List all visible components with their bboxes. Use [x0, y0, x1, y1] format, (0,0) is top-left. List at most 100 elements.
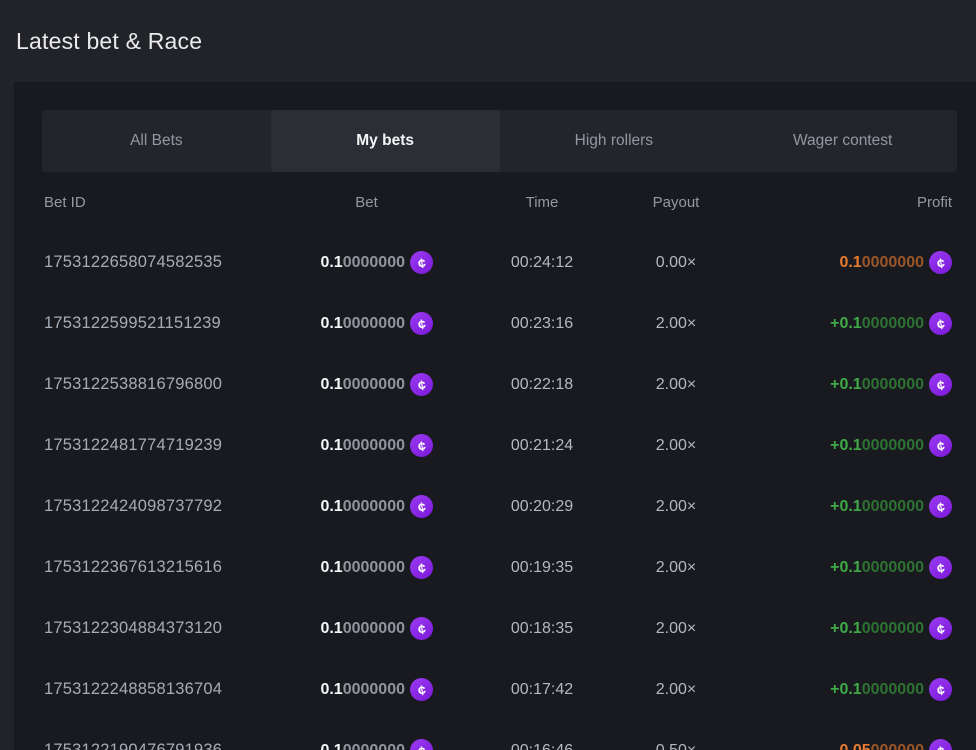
bet-amount-zeros: 0000000	[343, 254, 405, 272]
tab-my-bets[interactable]: My bets	[271, 110, 500, 172]
bet-time: 00:24:12	[433, 254, 651, 272]
bet-payout: 2.00×	[651, 437, 701, 455]
bet-profit: +0.10000000 ¢	[701, 434, 952, 457]
bet-id: 1753122304884373120	[44, 619, 300, 638]
bet-profit: 0.10000000 ¢	[701, 251, 952, 274]
bet-time: 00:16:46	[433, 742, 651, 750]
cent-coin-icon: ¢	[410, 739, 433, 750]
table-row[interactable]: 1753122599521151239 0.10000000 ¢ 00:23:1…	[14, 293, 976, 354]
bet-profit: +0.10000000 ¢	[701, 373, 952, 396]
column-header-time: Time	[433, 194, 651, 211]
bet-amount: 0.10000000 ¢	[300, 251, 433, 274]
cent-coin-icon: ¢	[929, 556, 952, 579]
bet-amount-main: 0.1	[320, 559, 342, 577]
tab-high-rollers[interactable]: High rollers	[500, 110, 729, 172]
bet-payout: 0.00×	[651, 254, 701, 272]
bet-time: 00:22:18	[433, 376, 651, 394]
profit-zeros: 0000000	[862, 620, 924, 638]
bet-amount: 0.10000000 ¢	[300, 739, 433, 750]
profit-main: 0.1	[839, 254, 861, 272]
bet-amount-zeros: 0000000	[343, 376, 405, 394]
profit-zeros: 0000000	[862, 681, 924, 699]
table-row[interactable]: 1753122190476791936 0.10000000 ¢ 00:16:4…	[14, 720, 976, 750]
bet-id: 1753122658074582535	[44, 253, 300, 272]
bet-amount-main: 0.1	[320, 681, 342, 699]
cent-coin-icon: ¢	[410, 251, 433, 274]
bet-payout: 2.00×	[651, 620, 701, 638]
table-row[interactable]: 1753122538816796800 0.10000000 ¢ 00:22:1…	[14, 354, 976, 415]
bet-id: 1753122190476791936	[44, 741, 300, 750]
table-row[interactable]: 1753122424098737792 0.10000000 ¢ 00:20:2…	[14, 476, 976, 537]
cent-coin-icon: ¢	[410, 434, 433, 457]
bet-profit: +0.10000000 ¢	[701, 556, 952, 579]
cent-coin-icon: ¢	[929, 739, 952, 750]
cent-coin-icon: ¢	[929, 678, 952, 701]
bet-amount-zeros: 0000000	[343, 315, 405, 333]
table-row[interactable]: 1753122481774719239 0.1 0000000 ¢ 00:21:2…	[14, 415, 976, 476]
table-row[interactable]: 1753122367613215616 0.10000000 ¢ 00:19:3…	[14, 537, 976, 598]
bet-amount-main: 0.1	[320, 620, 342, 638]
bet-amount-zeros: 0000000	[343, 498, 405, 516]
bet-amount-main: 0.1	[320, 376, 342, 394]
bet-payout: 2.00×	[651, 559, 701, 577]
bet-amount-zeros: 0000000	[343, 742, 405, 750]
bet-id: 1753122367613215616	[44, 558, 300, 577]
bet-amount-main: 0.1	[320, 498, 342, 516]
column-header-bet-id: Bet ID	[44, 194, 300, 211]
bet-id: 1753122599521151239	[44, 314, 300, 333]
bet-amount: 0.10000000 ¢	[300, 556, 433, 579]
bet-payout: 0.50×	[651, 742, 701, 750]
bet-time: 00:20:29	[433, 498, 651, 516]
profit-zeros: 0000000	[862, 376, 924, 394]
cent-coin-icon: ¢	[929, 312, 952, 335]
tab-all-bets[interactable]: All Bets	[42, 110, 271, 172]
bet-payout: 2.00×	[651, 376, 701, 394]
bet-amount-zeros: 0000000	[343, 559, 405, 577]
bet-amount: 0.10000000 ¢	[300, 373, 433, 396]
cent-coin-icon: ¢	[410, 678, 433, 701]
profit-zeros: 0000000	[862, 254, 924, 272]
profit-main: +0.1	[830, 681, 862, 699]
profit-main: +0.1	[830, 315, 862, 333]
page-title: Latest bet & Race	[16, 28, 202, 55]
profit-zeros: 0000000	[862, 315, 924, 333]
bet-time: 00:21:24	[433, 437, 651, 455]
profit-main: +0.1	[830, 376, 862, 394]
table-row[interactable]: 1753122248858136704 0.10000000 ¢ 00:17:4…	[14, 659, 976, 720]
profit-main: 0.05	[839, 742, 870, 750]
profit-main: +0.1	[830, 559, 862, 577]
profit-main: +0.1	[830, 620, 862, 638]
bet-profit: +0.10000000 ¢	[701, 312, 952, 335]
profit-main: +0.1	[830, 498, 862, 516]
bet-amount-zeros: 0000000	[343, 681, 405, 699]
bet-id: 1753122424098737792	[44, 497, 300, 516]
bet-amount: 0.10000000 ¢	[300, 495, 433, 518]
profit-main: +0.1	[830, 437, 862, 455]
tab-wager-contest[interactable]: Wager contest	[728, 110, 957, 172]
bet-payout: 2.00×	[651, 681, 701, 699]
bet-amount: 0.10000000 ¢	[300, 678, 433, 701]
table-row[interactable]: 1753122658074582535 0.10000000 ¢ 00:24:1…	[14, 232, 976, 293]
bet-profit: +0.10000000 ¢	[701, 678, 952, 701]
bet-amount: 0.10000000 ¢	[300, 617, 433, 640]
bet-payout: 2.00×	[651, 498, 701, 516]
cent-coin-icon: ¢	[929, 251, 952, 274]
bet-amount: 0.10000000 ¢	[300, 312, 433, 335]
cent-coin-icon: ¢	[410, 556, 433, 579]
bet-id: 1753122481774719239	[44, 436, 300, 455]
bet-amount-zeros: 0000000	[343, 620, 405, 638]
cent-coin-icon: ¢	[929, 617, 952, 640]
bets-tabbar: All Bets My bets High rollers Wager cont…	[42, 110, 957, 172]
page-header: Latest bet & Race	[0, 0, 976, 82]
column-header-profit: Profit	[701, 194, 952, 211]
cent-coin-icon: ¢	[410, 312, 433, 335]
profit-zeros: 000000	[871, 742, 924, 750]
bet-amount-main: 0.1	[320, 437, 342, 455]
bet-amount-main: 0.1	[320, 742, 342, 750]
bet-time: 00:23:16	[433, 315, 651, 333]
table-row[interactable]: 1753122304884373120 0.10000000 ¢ 00:18:3…	[14, 598, 976, 659]
profit-zeros: 0000000	[862, 559, 924, 577]
profit-zeros: 0000000	[862, 498, 924, 516]
profit-zeros: 0000000	[862, 437, 924, 455]
table-header: Bet ID Bet Time Payout Profit	[14, 172, 976, 232]
